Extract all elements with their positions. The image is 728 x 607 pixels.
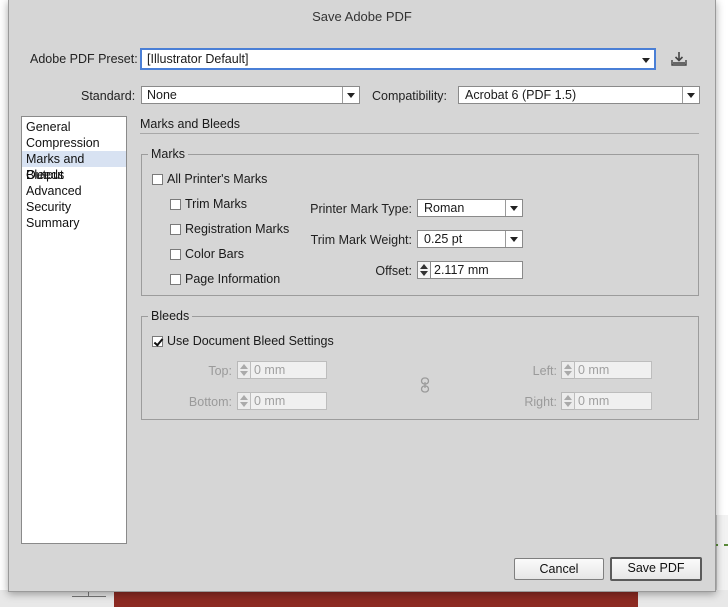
bleed-left-input: 0 mm: [574, 361, 652, 379]
trim-mark-weight-dropdown[interactable]: 0.25 pt: [417, 230, 523, 248]
link-icon: [418, 377, 432, 393]
sidebar-item-summary[interactable]: Summary: [22, 215, 126, 231]
printer-mark-type-label: Printer Mark Type:: [310, 202, 412, 216]
registration-marks-checkbox[interactable]: [170, 224, 181, 235]
sidebar-item-marks-and-bleeds[interactable]: Marks and Bleeds: [22, 151, 126, 182]
section-divider: [140, 133, 699, 134]
save-adobe-pdf-dialog: Save Adobe PDF Adobe PDF Preset: [Illust…: [8, 0, 716, 592]
stepper-arrows-icon: [561, 392, 575, 410]
offset-label: Offset:: [375, 264, 412, 278]
bleed-right-label: Right:: [524, 395, 557, 409]
offset-input[interactable]: 2.117 mm: [430, 261, 523, 279]
preset-dropdown[interactable]: [Illustrator Default]: [140, 48, 656, 70]
bleed-top-input: 0 mm: [250, 361, 327, 379]
trim-mark-weight-label: Trim Mark Weight:: [310, 233, 412, 247]
bleed-bottom-input: 0 mm: [250, 392, 327, 410]
stepper-arrows-icon: [237, 361, 251, 379]
bleed-bottom-label: Bottom:: [188, 395, 232, 409]
all-printers-marks-checkbox[interactable]: [152, 174, 163, 185]
background-artwork: [114, 592, 638, 607]
standard-dropdown[interactable]: None: [141, 86, 360, 104]
save-preset-icon[interactable]: [669, 49, 689, 69]
standard-value: None: [147, 88, 177, 102]
compatibility-dropdown[interactable]: Acrobat 6 (PDF 1.5): [458, 86, 700, 104]
sidebar-item-output[interactable]: Output: [22, 167, 126, 183]
trim-marks-label[interactable]: Trim Marks: [185, 197, 247, 211]
color-bars-checkbox[interactable]: [170, 249, 181, 260]
bleed-top-label: Top:: [208, 364, 232, 378]
preset-value: [Illustrator Default]: [147, 52, 249, 66]
dialog-title: Save Adobe PDF: [312, 9, 412, 24]
bleeds-group: Bleeds Use Document Bleed Settings Top: …: [141, 309, 699, 420]
bleed-right-input: 0 mm: [574, 392, 652, 410]
chevron-down-icon: [505, 200, 522, 216]
sidebar-item-security[interactable]: Security: [22, 199, 126, 215]
category-list: General Compression Marks and Bleeds Out…: [21, 116, 127, 544]
all-printers-marks-label[interactable]: All Printer's Marks: [167, 172, 267, 186]
use-document-bleed-label[interactable]: Use Document Bleed Settings: [167, 334, 334, 348]
bleed-top-stepper: 0 mm: [237, 361, 327, 379]
compatibility-value: Acrobat 6 (PDF 1.5): [465, 88, 577, 102]
bleed-left-label: Left:: [532, 364, 557, 378]
sidebar-item-advanced[interactable]: Advanced: [22, 183, 126, 199]
page-information-label[interactable]: Page Information: [185, 272, 280, 286]
use-document-bleed-checkbox[interactable]: [152, 336, 163, 347]
marks-legend: Marks: [148, 147, 189, 161]
section-title: Marks and Bleeds: [140, 117, 241, 131]
chevron-down-icon: [342, 87, 359, 103]
compatibility-label: Compatibility:: [372, 89, 448, 103]
standard-label: Standard:: [81, 89, 136, 103]
save-pdf-button[interactable]: Save PDF: [610, 557, 702, 581]
chevron-down-icon: [505, 231, 522, 247]
stepper-arrows-icon: [561, 361, 575, 379]
sidebar-item-general[interactable]: General: [22, 119, 126, 135]
preset-label: Adobe PDF Preset:: [30, 52, 138, 66]
registration-marks-label[interactable]: Registration Marks: [185, 222, 289, 236]
stepper-arrows-icon: [237, 392, 251, 410]
background-ruler-mark: [72, 596, 106, 597]
offset-stepper[interactable]: 2.117 mm: [417, 261, 523, 279]
cancel-button[interactable]: Cancel: [514, 558, 604, 580]
trim-marks-checkbox[interactable]: [170, 199, 181, 210]
printer-mark-type-dropdown[interactable]: Roman: [417, 199, 523, 217]
chevron-down-icon: [638, 52, 654, 68]
bleed-right-stepper: 0 mm: [561, 392, 652, 410]
chevron-down-icon: [682, 87, 699, 103]
bleeds-legend: Bleeds: [148, 309, 193, 323]
printer-mark-type-value: Roman: [424, 201, 465, 215]
color-bars-label[interactable]: Color Bars: [185, 247, 244, 261]
trim-mark-weight-value: 0.25 pt: [424, 232, 463, 246]
bleed-bottom-stepper: 0 mm: [237, 392, 327, 410]
marks-group: Marks All Printer's Marks Trim Marks Reg…: [141, 147, 699, 296]
sidebar-item-compression[interactable]: Compression: [22, 135, 126, 151]
bleed-left-stepper: 0 mm: [561, 361, 652, 379]
stepper-arrows-icon[interactable]: [417, 261, 431, 279]
page-information-checkbox[interactable]: [170, 274, 181, 285]
